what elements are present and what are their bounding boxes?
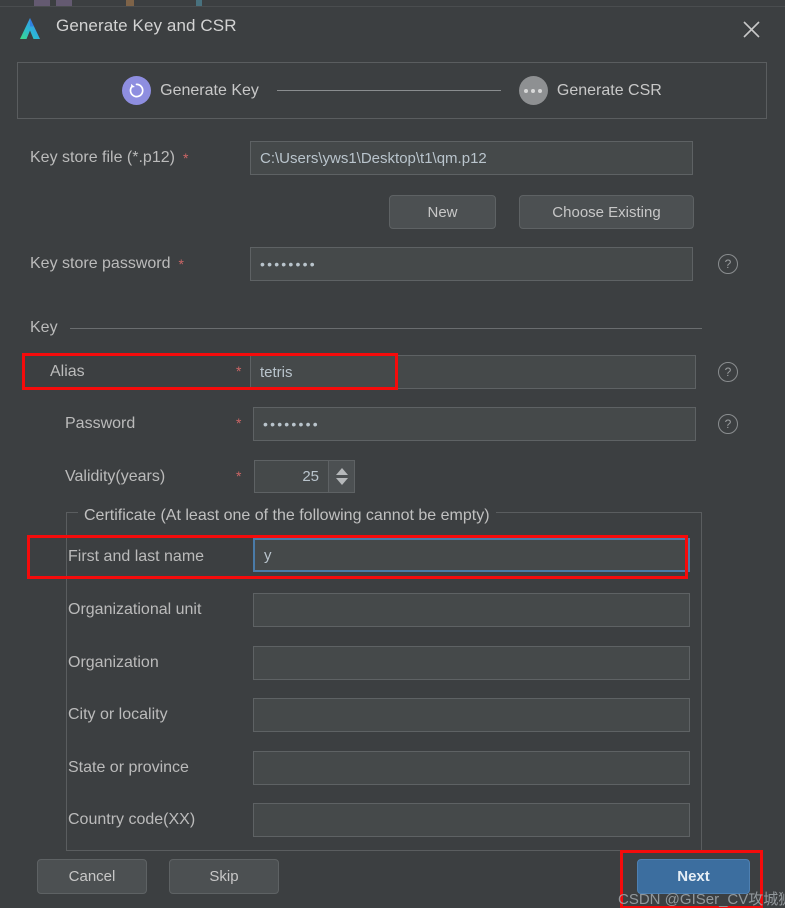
ellipsis-icon — [518, 76, 548, 105]
help-icon[interactable]: ? — [718, 254, 738, 274]
organizational-unit-input[interactable] — [253, 593, 690, 627]
dialog-titlebar: Generate Key and CSR — [0, 7, 785, 53]
country-code-label: Country code(XX) — [68, 811, 196, 828]
chevron-down-icon[interactable] — [335, 478, 348, 485]
keystore-password-required-mark: * — [178, 256, 184, 272]
first-and-last-name-label: First and last name — [68, 548, 205, 565]
step-label-generate-key: Generate Key — [160, 81, 259, 99]
refresh-spinner-icon — [122, 76, 152, 105]
skip-button[interactable]: Skip — [169, 859, 279, 894]
key-password-label: Password — [65, 415, 136, 432]
key-section-header: Key — [30, 319, 702, 337]
key-section-title: Key — [30, 319, 58, 336]
close-icon[interactable] — [735, 13, 767, 45]
validity-spinner-arrows[interactable] — [328, 460, 355, 493]
organization-label: Organization — [68, 654, 159, 671]
key-password-input[interactable]: •••••••• — [253, 407, 696, 441]
alias-input[interactable]: tetris — [250, 355, 696, 389]
choose-existing-button[interactable]: Choose Existing — [519, 195, 694, 229]
cert-field-row: Organizational unit — [68, 593, 201, 627]
validity-input[interactable]: 25 — [254, 460, 328, 493]
step-generate-csr[interactable]: Generate CSR — [518, 76, 662, 105]
validity-stepper[interactable]: 25 — [254, 460, 355, 493]
new-button[interactable]: New — [389, 195, 496, 229]
step-generate-key[interactable]: Generate Key — [122, 76, 259, 105]
key-section-divider — [69, 327, 702, 329]
cert-field-row: Organization — [68, 646, 159, 680]
state-or-province-input[interactable] — [253, 751, 690, 785]
keystore-file-input[interactable]: C:\Users\yws1\Desktop\t1\qm.p12 — [250, 141, 693, 175]
alias-label: Alias — [50, 363, 85, 380]
organizational-unit-label: Organizational unit — [68, 601, 202, 618]
cert-field-row: State or province — [68, 751, 189, 785]
stepper-connector — [276, 90, 501, 91]
screenshot-root: Generate Key and CSR Generate Key Genera… — [0, 0, 785, 908]
step-label-generate-csr: Generate CSR — [556, 81, 662, 99]
alias-label-group: Alias — [50, 355, 85, 389]
keystore-password-input[interactable]: •••••••• — [250, 247, 693, 281]
cert-field-row: First and last name — [68, 540, 204, 574]
cert-field-row: City or locality — [68, 698, 168, 732]
first-and-last-name-input[interactable]: y — [253, 538, 690, 572]
country-code-input[interactable] — [253, 803, 690, 837]
cert-field-row: Country code(XX) — [68, 803, 195, 837]
help-icon[interactable]: ? — [718, 362, 738, 382]
keystore-file-label-group: Key store file (*.p12) * — [30, 141, 188, 175]
state-or-province-label: State or province — [68, 759, 189, 776]
wizard-stepper: Generate Key Generate CSR — [17, 62, 767, 119]
validity-required-mark: * — [236, 468, 242, 484]
android-studio-logo-icon — [16, 15, 44, 43]
validity-label: Validity(years) — [65, 468, 166, 485]
city-or-locality-label: City or locality — [68, 706, 168, 723]
key-password-label-group: Password — [65, 407, 135, 441]
watermark-text: CSDN @GISer_CV攻城狮 — [618, 891, 785, 908]
organization-input[interactable] — [253, 646, 690, 680]
city-or-locality-input[interactable] — [253, 698, 690, 732]
key-password-required-mark: * — [236, 415, 242, 431]
alias-required-mark: * — [236, 363, 242, 379]
validity-label-group: Validity(years) — [65, 460, 165, 494]
keystore-file-label: Key store file (*.p12) — [30, 149, 175, 166]
keystore-file-required-mark: * — [182, 150, 189, 166]
generate-key-dialog: Generate Key and CSR Generate Key Genera… — [0, 6, 785, 908]
keystore-password-label-group: Key store password * — [30, 247, 184, 281]
dialog-title: Generate Key and CSR — [56, 16, 237, 35]
chevron-up-icon[interactable] — [335, 468, 348, 475]
help-icon[interactable]: ? — [718, 414, 738, 434]
cancel-button[interactable]: Cancel — [37, 859, 147, 894]
keystore-password-label: Key store password — [30, 255, 171, 272]
certificate-group-title: Certificate (At least one of the followi… — [78, 507, 496, 525]
